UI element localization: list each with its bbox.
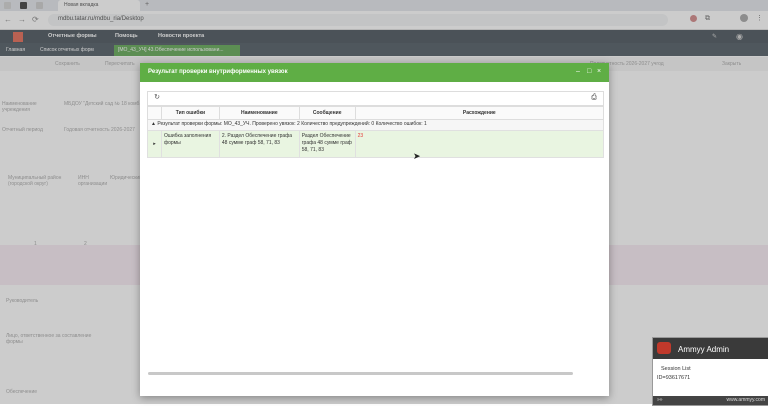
expand-col-header [147, 106, 162, 120]
horizontal-scrollbar[interactable] [148, 372, 573, 375]
mouse-cursor-icon: ➤ [413, 151, 421, 161]
arrows-icon: »» [657, 397, 663, 403]
refresh-icon[interactable]: ↻ [152, 93, 162, 103]
col-message[interactable]: Сообщение [298, 106, 356, 120]
modal-toolbar: ↻ ⎙ [147, 91, 604, 106]
cell-name: 2. Раздел Обеспечение графа 48 сумме гра… [218, 130, 300, 158]
table-header-row: Тип ошибки Наименование Сообщение Расхож… [147, 106, 605, 120]
modal-title: Результат проверки внутриформенных увязо… [148, 69, 288, 75]
results-table: Тип ошибки Наименование Сообщение Расхож… [147, 106, 605, 158]
ammyy-admin-window[interactable]: Ammyy Admin Session List ID=93617671 »» … [652, 337, 768, 406]
col-error-type[interactable]: Тип ошибки [160, 106, 220, 120]
print-icon[interactable]: ⎙ [589, 93, 599, 103]
cell-discrepancy: 23 [354, 130, 605, 158]
group-row[interactable]: ▲ Результат проверки формы: МО_43_УЧ. Пр… [147, 119, 604, 131]
cell-message: Раздел Обеспечение графа 48 сумме граф 5… [298, 130, 356, 158]
table-row[interactable]: ▸ Ошибка заполнения формы 2. Раздел Обес… [147, 130, 605, 158]
col-discrepancy[interactable]: Расхождение [354, 106, 605, 120]
ammyy-title: Ammyy Admin [678, 345, 730, 354]
group-summary: Результат проверки формы: МО_43_УЧ. Пров… [157, 121, 427, 127]
ammyy-id: ID=93617671 [657, 375, 691, 381]
maximize-icon[interactable]: □ [587, 68, 591, 75]
collapse-icon[interactable]: ▲ [151, 121, 156, 127]
close-icon[interactable]: × [597, 68, 601, 75]
ammyy-logo [657, 342, 671, 354]
minimize-icon[interactable]: – [576, 68, 580, 75]
validation-modal: Результат проверки внутриформенных увязо… [140, 63, 609, 396]
col-name[interactable]: Наименование [218, 106, 300, 120]
row-expand-icon[interactable]: ▸ [147, 130, 162, 158]
ammyy-header: Ammyy Admin [653, 338, 768, 359]
modal-header: Результат проверки внутриформенных увязо… [140, 63, 609, 82]
ammyy-link[interactable]: www.ammyy.com [726, 397, 765, 403]
session-list-label[interactable]: Session List [661, 366, 691, 372]
cell-error-type: Ошибка заполнения формы [160, 130, 220, 158]
